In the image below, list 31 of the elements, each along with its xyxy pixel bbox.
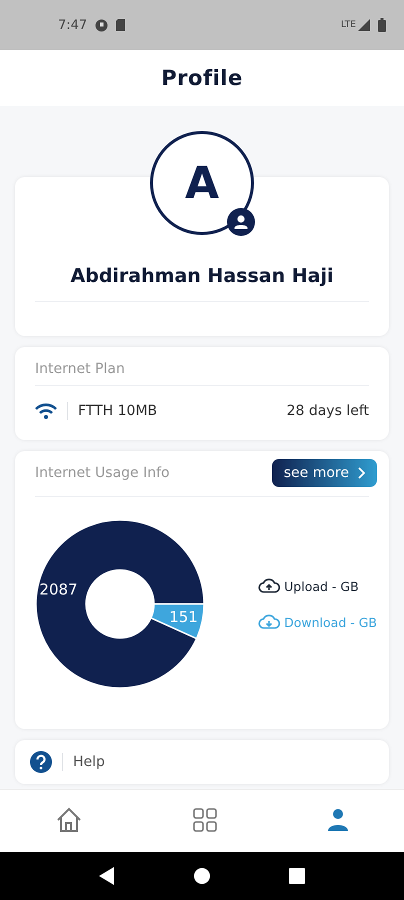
wifi-icon (35, 403, 57, 419)
app-notification-icon (95, 18, 108, 32)
grid-icon (193, 808, 217, 832)
data-label: 2087 (39, 580, 78, 598)
data-label: 151 (169, 608, 198, 626)
page-title: Profile (161, 66, 243, 90)
days-left: 28 days left (286, 403, 369, 419)
cloud-download-icon (258, 614, 280, 630)
avatar-initial: A (184, 158, 220, 208)
menu-item[interactable]: Help (15, 740, 389, 784)
menu-label: Help (73, 754, 105, 770)
status-time: 7:47 (58, 18, 88, 32)
help-icon (30, 751, 52, 773)
user-name: Abdirahman Hassan Haji (70, 265, 334, 287)
plan-name: FTTH 10MB (78, 403, 158, 419)
see-more-button[interactable]: see more (272, 459, 377, 487)
person-icon (327, 808, 349, 832)
signal-icon (358, 19, 370, 31)
legend-label: Download - GB (284, 614, 377, 630)
home-icon (55, 806, 83, 832)
section-title: Internet Usage Info (35, 465, 170, 481)
section-title: Internet Plan (35, 361, 126, 379)
home-button-icon[interactable] (194, 868, 210, 884)
network-type: LTE (341, 20, 356, 30)
cloud-upload-icon (258, 578, 280, 594)
sim-card-icon (116, 19, 126, 31)
back-icon[interactable] (99, 867, 116, 885)
recents-icon[interactable] (288, 868, 305, 884)
chevron-right-icon (357, 467, 365, 479)
battery-icon (378, 18, 386, 32)
legend-label: Upload - GB (284, 578, 359, 594)
